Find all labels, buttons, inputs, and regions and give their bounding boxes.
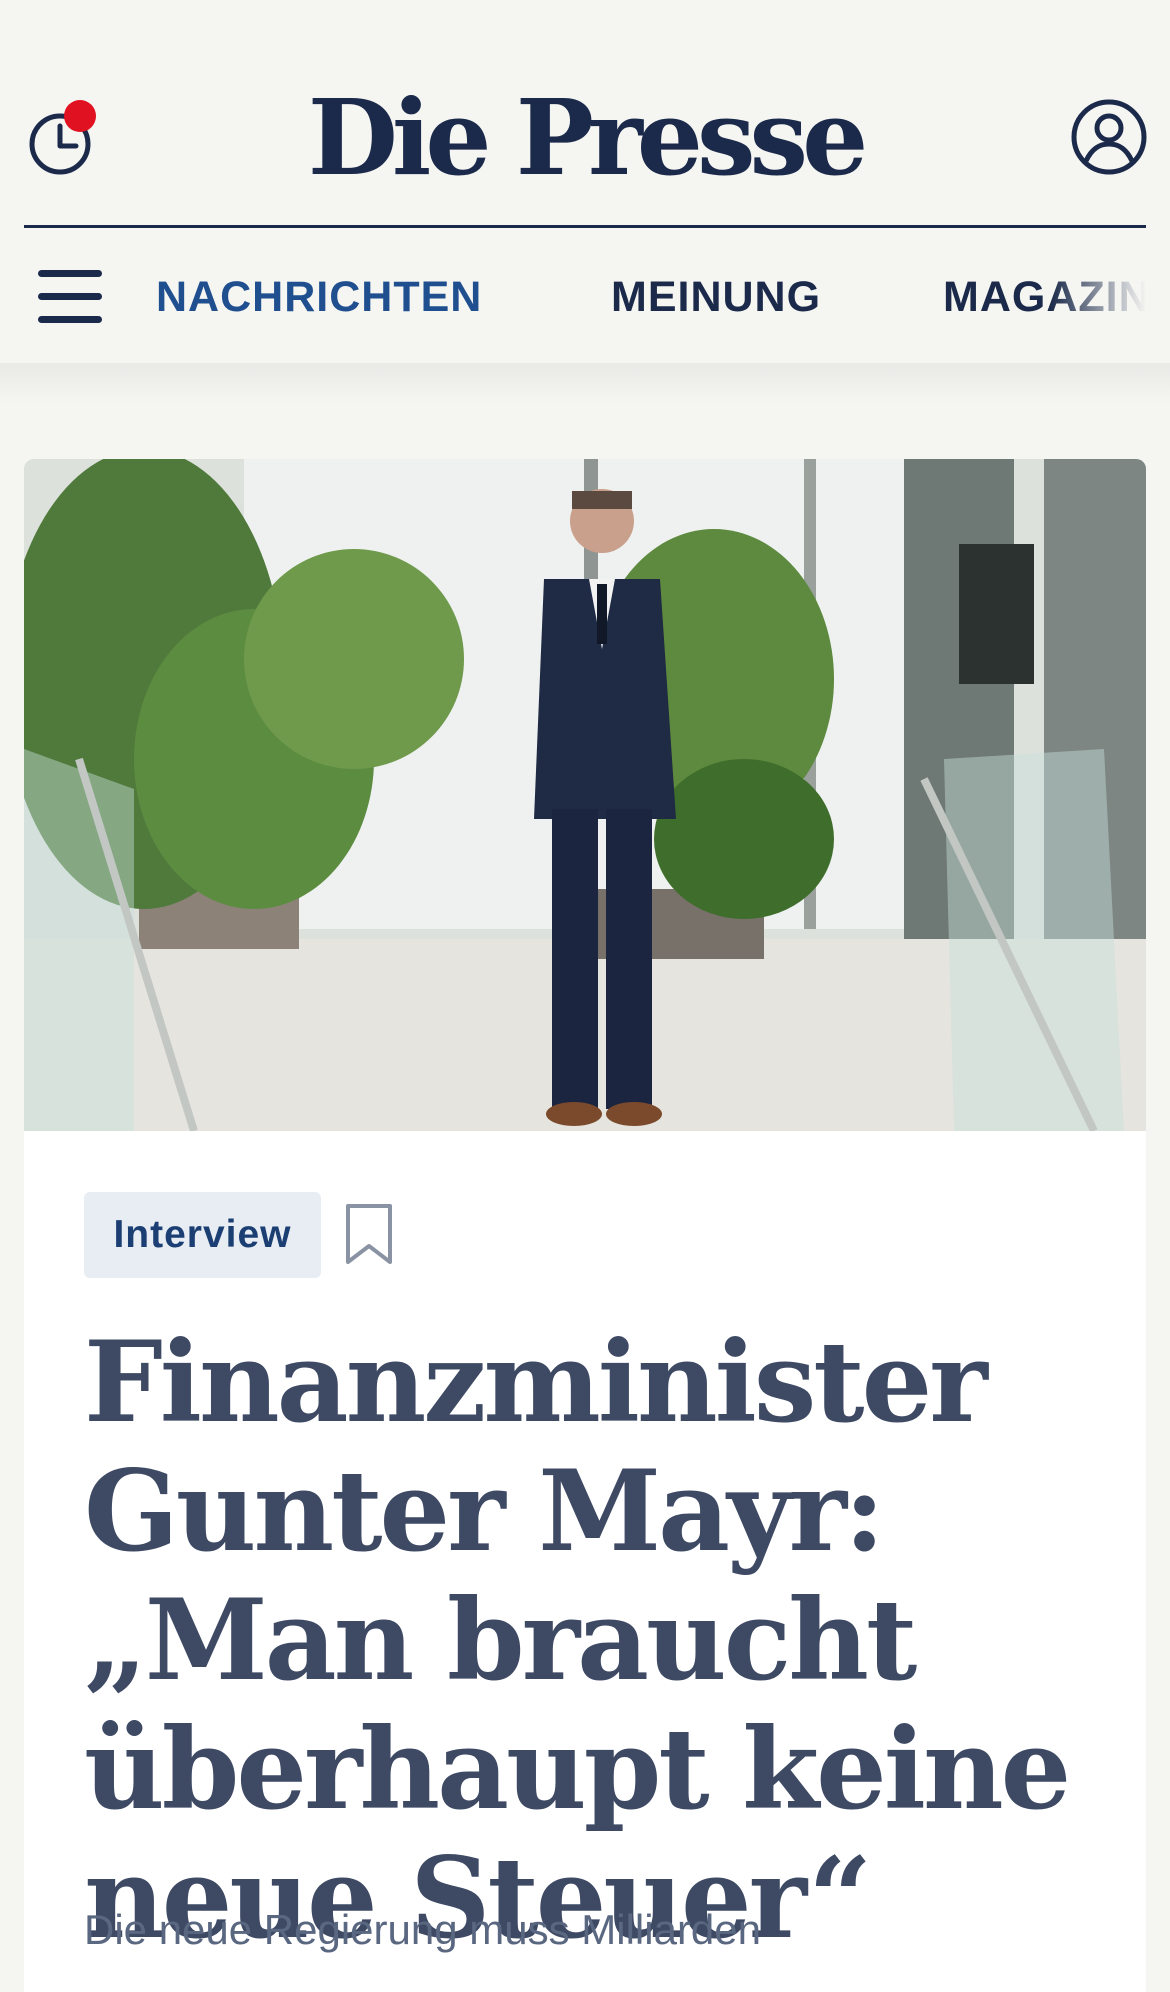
account-circle-icon [1071,99,1147,175]
bookmark-icon [346,1204,392,1264]
article-headline[interactable]: Finanzminister Gunter Mayr: „Man braucht… [84,1319,1094,1964]
nav-fade-overlay [1050,228,1170,363]
site-header: Die Presse NACHRICHTEN MEINUNG MAGAZIN [0,0,1170,363]
hamburger-menu-icon[interactable] [36,268,106,326]
nav-item-meinung[interactable]: MEINUNG [611,270,821,324]
page: Die Presse NACHRICHTEN MEINUNG MAGAZIN I… [0,0,1170,1992]
article-card[interactable]: Interview Finanzminister Gunter Mayr: „M… [24,459,1146,1992]
bookmark-button[interactable] [342,1202,396,1268]
article-lead: Die neue Regierung muss Milliarden [84,1906,762,1953]
account-button[interactable] [1070,98,1148,176]
main-navigation: NACHRICHTEN MEINUNG MAGAZIN [0,228,1170,363]
hero-photo[interactable] [24,459,1146,1131]
header-shadow [0,363,1170,403]
site-logo[interactable]: Die Presse [0,78,1170,198]
nav-item-nachrichten[interactable]: NACHRICHTEN [156,270,482,324]
category-tag[interactable]: Interview [84,1192,321,1278]
